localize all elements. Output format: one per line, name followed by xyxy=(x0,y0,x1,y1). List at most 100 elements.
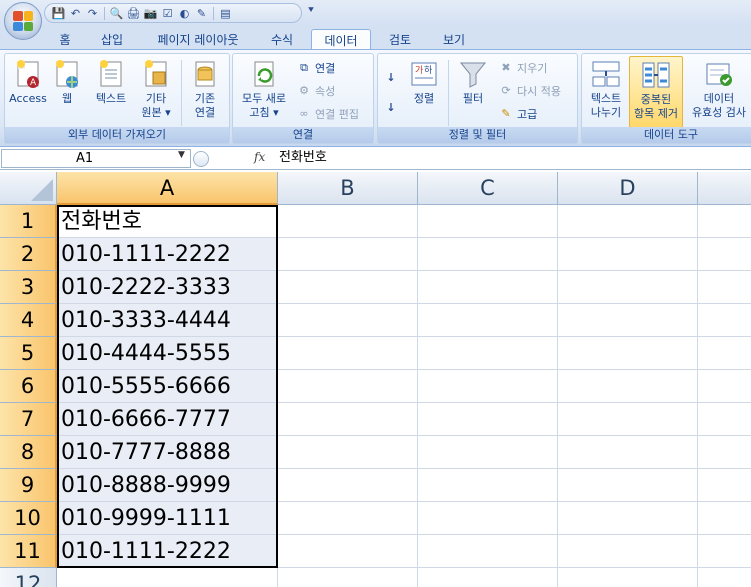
advanced-filter-button[interactable]: ✎ 고급 xyxy=(498,104,537,123)
cell-b3[interactable] xyxy=(278,271,418,304)
cell-e10[interactable] xyxy=(698,502,751,535)
cell-d3[interactable] xyxy=(558,271,698,304)
cell-d4[interactable] xyxy=(558,304,698,337)
reapply-button[interactable]: ⟳ 다시 적용 xyxy=(498,81,561,100)
cell-e2[interactable] xyxy=(698,238,751,271)
insert-function-icon[interactable]: fx xyxy=(254,150,265,164)
cell-b11[interactable] xyxy=(278,535,418,568)
cell-b10[interactable] xyxy=(278,502,418,535)
cell-b2[interactable] xyxy=(278,238,418,271)
column-header-d[interactable]: D xyxy=(558,172,698,205)
tab-2[interactable]: 페이지 레이아웃 xyxy=(146,29,250,50)
cell-c7[interactable] xyxy=(418,403,558,436)
row-header-1[interactable]: 1 xyxy=(0,205,57,238)
cell-b9[interactable] xyxy=(278,469,418,502)
cell-c12[interactable] xyxy=(418,568,558,587)
cell-c2[interactable] xyxy=(418,238,558,271)
cell-e7[interactable] xyxy=(698,403,751,436)
clear-filter-button[interactable]: ✖ 지우기 xyxy=(498,58,547,77)
cell-e11[interactable] xyxy=(698,535,751,568)
cell-a3[interactable]: 010-2222-3333 xyxy=(57,271,278,304)
cell-d6[interactable] xyxy=(558,370,698,403)
cell-a4[interactable]: 010-3333-4444 xyxy=(57,304,278,337)
camera-icon[interactable]: 📷 xyxy=(143,6,158,21)
cell-d1[interactable] xyxy=(558,205,698,238)
cell-e4[interactable] xyxy=(698,304,751,337)
cell-c4[interactable] xyxy=(418,304,558,337)
cell-a7[interactable]: 010-6666-7777 xyxy=(57,403,278,436)
cell-b12[interactable] xyxy=(278,568,418,587)
cell-d11[interactable] xyxy=(558,535,698,568)
cell-d7[interactable] xyxy=(558,403,698,436)
cell-c5[interactable] xyxy=(418,337,558,370)
row-header-12[interactable]: 12 xyxy=(0,568,57,587)
row-header-3[interactable]: 3 xyxy=(0,271,57,304)
cell-b1[interactable] xyxy=(278,205,418,238)
tab-6[interactable]: 보기 xyxy=(432,29,476,50)
print-preview-icon[interactable]: 🔍 xyxy=(109,6,124,21)
row-header-4[interactable]: 4 xyxy=(0,304,57,337)
refresh-all-button[interactable]: 모두 새로 고침 ▾ xyxy=(235,56,293,120)
save-icon[interactable]: 💾 xyxy=(51,6,66,21)
cell-e1[interactable] xyxy=(698,205,751,238)
data-validation-button[interactable]: 데이터 유효성 검사 xyxy=(686,56,751,120)
row-header-6[interactable]: 6 xyxy=(0,370,57,403)
office-button[interactable] xyxy=(4,2,42,40)
cell-b4[interactable] xyxy=(278,304,418,337)
filter-button[interactable]: 필터 xyxy=(454,56,492,106)
access-button[interactable]: A Access xyxy=(8,56,48,106)
cell-d9[interactable] xyxy=(558,469,698,502)
tab-4[interactable]: 데이터 xyxy=(311,29,371,50)
name-box[interactable]: A1 xyxy=(1,149,191,168)
cell-e8[interactable] xyxy=(698,436,751,469)
cell-a10[interactable]: 010-9999-1111 xyxy=(57,502,278,535)
text-import-button[interactable]: 텍스트 xyxy=(89,56,133,106)
row-header-7[interactable]: 7 xyxy=(0,403,57,436)
cell-a12[interactable] xyxy=(57,568,278,587)
cell-a8[interactable]: 010-7777-8888 xyxy=(57,436,278,469)
sort-descending-button[interactable]: ↓ xyxy=(383,98,402,117)
cell-a1-active[interactable]: 전화번호 xyxy=(57,205,278,238)
cell-c11[interactable] xyxy=(418,535,558,568)
formula-input[interactable]: 전화번호 xyxy=(279,149,327,168)
cell-b8[interactable] xyxy=(278,436,418,469)
cell-b6[interactable] xyxy=(278,370,418,403)
customize-quick-access-icon[interactable]: ⯆ xyxy=(307,5,315,16)
row-header-8[interactable]: 8 xyxy=(0,436,57,469)
select-all-button[interactable] xyxy=(0,172,57,205)
tab-5[interactable]: 검토 xyxy=(380,29,420,50)
column-header-partial[interactable] xyxy=(698,172,751,205)
cell-c9[interactable] xyxy=(418,469,558,502)
cell-e6[interactable] xyxy=(698,370,751,403)
cell-a6[interactable]: 010-5555-6666 xyxy=(57,370,278,403)
column-header-a[interactable]: A xyxy=(57,172,278,205)
name-box-dropdown-icon[interactable]: ▼ xyxy=(178,150,185,160)
existing-connections-button[interactable]: 기존 연결 xyxy=(186,56,224,120)
cell-a5[interactable]: 010-4444-5555 xyxy=(57,337,278,370)
cell-d12[interactable] xyxy=(558,568,698,587)
column-header-b[interactable]: B xyxy=(278,172,418,205)
undo-icon[interactable]: ↶ xyxy=(68,6,83,21)
redo-icon[interactable]: ↷ xyxy=(85,6,100,21)
text-to-columns-button[interactable]: 텍스트 나누기 xyxy=(584,56,628,120)
cell-c3[interactable] xyxy=(418,271,558,304)
cell-d2[interactable] xyxy=(558,238,698,271)
connections-button[interactable]: ⧉ 연결 xyxy=(296,58,335,77)
row-header-9[interactable]: 9 xyxy=(0,469,57,502)
option-icon[interactable]: ◐ xyxy=(177,6,192,21)
draw-icon[interactable]: ✎ xyxy=(194,6,209,21)
cell-b5[interactable] xyxy=(278,337,418,370)
edit-links-button[interactable]: ∞ 연결 편집 xyxy=(296,104,359,123)
print-icon[interactable]: 🖨 xyxy=(126,6,141,21)
remove-duplicates-button[interactable]: 중복된 항목 제거 xyxy=(629,56,683,128)
cell-d8[interactable] xyxy=(558,436,698,469)
formula-bar-toggle-icon[interactable] xyxy=(193,150,209,167)
cell-a11[interactable]: 010-1111-2222 xyxy=(57,535,278,568)
tab-1[interactable]: 삽입 xyxy=(90,29,134,50)
row-header-5[interactable]: 5 xyxy=(0,337,57,370)
tab-0[interactable]: 홈 xyxy=(50,29,80,50)
cell-c10[interactable] xyxy=(418,502,558,535)
cell-e3[interactable] xyxy=(698,271,751,304)
checkbox-icon[interactable]: ☑ xyxy=(160,6,175,21)
other-sources-button[interactable]: 기타 원본 ▾ xyxy=(136,56,176,120)
